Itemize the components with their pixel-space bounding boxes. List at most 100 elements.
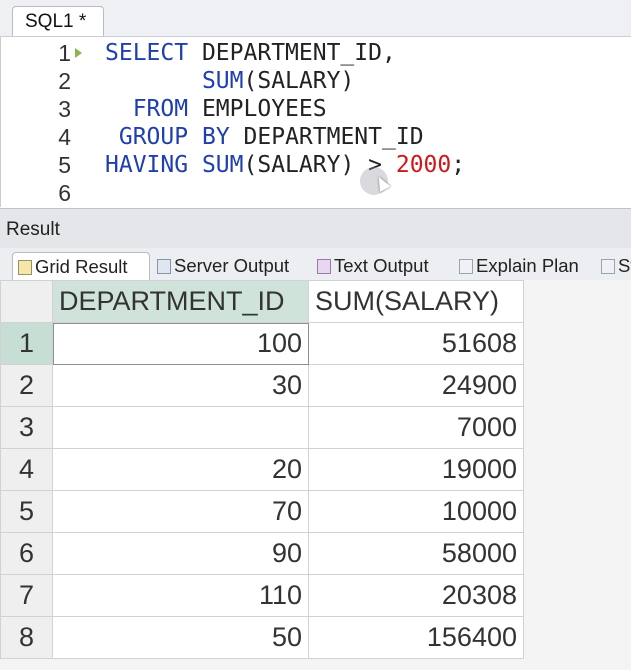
table-row[interactable]: 1 100 51608 (0, 322, 524, 365)
code-text: SUM(SALARY) (105, 67, 354, 95)
code-line[interactable]: 3 FROM EMPLOYEES (1, 95, 631, 123)
cell-sum-salary[interactable]: 156400 (308, 616, 524, 659)
row-number[interactable]: 6 (0, 532, 53, 575)
sql-developer-window: SQL1 * 1 SELECT DEPARTMENT_ID, 2 SUM(SALAR… (0, 0, 631, 670)
line-number: 4 (58, 124, 71, 150)
cell-department-id[interactable]: 50 (52, 616, 309, 659)
current-line-marker-icon (75, 48, 82, 58)
cell-department-id[interactable]: 70 (52, 490, 309, 533)
tab-label: Grid Result (35, 256, 128, 277)
table-row[interactable]: 5 70 10000 (0, 490, 524, 533)
cell-sum-salary[interactable]: 7000 (308, 406, 524, 449)
editor-tab-strip: SQL1 * (0, 0, 631, 37)
cell-sum-salary[interactable]: 51608 (308, 322, 524, 365)
table-row[interactable]: 7 110 20308 (0, 574, 524, 617)
code-text: HAVING SUM(SALARY) > 2000; (105, 151, 465, 179)
table-row[interactable]: 3 7000 (0, 406, 524, 449)
code-token: DEPARTMENT_ID (201, 40, 382, 66)
row-number[interactable]: 5 (0, 490, 53, 533)
table-row[interactable]: 2 30 24900 (0, 364, 524, 407)
code-token: , (381, 40, 396, 66)
code-token: SALARY (257, 68, 341, 94)
code-token: SELECT (105, 40, 189, 66)
code-token: ) (340, 152, 355, 178)
grid-corner[interactable] (0, 280, 53, 323)
code-token: HAVING (105, 152, 189, 178)
code-token: 2000 (395, 152, 452, 178)
code-token: ( (243, 68, 258, 94)
code-token: ( (243, 152, 258, 178)
tab-grid-result[interactable]: Grid Result (12, 252, 150, 280)
line-number: 3 (58, 96, 71, 122)
tab-label: St (618, 255, 631, 276)
tab-label: Explain Plan (476, 255, 579, 276)
code-token: BY (201, 124, 230, 150)
row-number[interactable]: 1 (0, 322, 53, 365)
tab-server-output[interactable]: Server Output (152, 252, 310, 280)
plan-icon (459, 259, 473, 274)
tab-label: Server Output (174, 255, 290, 276)
result-table: DEPARTMENT_ID SUM(SALARY) 1 100 51608 2 30 24… (0, 280, 524, 659)
code-line[interactable]: 2 SUM(SALARY) (1, 67, 631, 95)
tab-label: Text Output (334, 255, 429, 276)
tab-explain-plan[interactable]: Explain Plan (454, 252, 594, 280)
code-token: SUM (201, 68, 244, 94)
table-row[interactable]: 8 50 156400 (0, 616, 524, 659)
table-header-row: DEPARTMENT_ID SUM(SALARY) (0, 280, 524, 323)
tab-statistics[interactable]: St (596, 252, 631, 280)
table-row[interactable]: 6 90 58000 (0, 532, 524, 575)
code-line[interactable]: 6 (1, 179, 631, 207)
result-panel-title: Result (6, 219, 60, 240)
code-token: FROM (132, 96, 189, 122)
code-text: FROM EMPLOYEES (105, 95, 327, 123)
cell-department-id[interactable]: 110 (52, 574, 309, 617)
line-number: 2 (58, 68, 71, 94)
tab-sql1[interactable]: SQL1 * (12, 6, 104, 36)
row-number[interactable]: 7 (0, 574, 53, 617)
column-header-sum-salary[interactable]: SUM(SALARY) (308, 280, 524, 323)
result-panel-header: Result (0, 208, 631, 249)
cell-department-id[interactable]: 30 (52, 364, 309, 407)
grid-icon (18, 260, 32, 275)
code-token: ) (340, 68, 355, 94)
cell-department-id[interactable] (52, 406, 309, 449)
row-number[interactable]: 8 (0, 616, 53, 659)
code-line[interactable]: 1 SELECT DEPARTMENT_ID, (1, 39, 631, 67)
sql-editor[interactable]: 1 SELECT DEPARTMENT_ID, 2 SUM(SALARY) 3 FRO… (0, 37, 631, 207)
row-number[interactable]: 3 (0, 406, 53, 449)
code-line[interactable]: 4 GROUP BY DEPARTMENT_ID (1, 123, 631, 151)
cell-sum-salary[interactable]: 10000 (308, 490, 524, 533)
stats-icon (601, 259, 615, 274)
code-text: SELECT DEPARTMENT_ID, (105, 39, 396, 67)
code-token: SUM (201, 152, 244, 178)
code-token: SALARY (257, 152, 341, 178)
column-header-department-id[interactable]: DEPARTMENT_ID (52, 280, 309, 323)
result-tabs: Grid Result Server Output Text Output Ex… (0, 248, 631, 281)
line-number: 6 (58, 180, 71, 206)
cell-department-id[interactable]: 100 (52, 322, 309, 365)
code-text: GROUP BY DEPARTMENT_ID (105, 123, 424, 151)
text-icon (317, 259, 331, 274)
code-line[interactable]: 5 HAVING SUM(SALARY) > 2000; (1, 151, 631, 179)
table-row[interactable]: 4 20 19000 (0, 448, 524, 491)
cell-department-id[interactable]: 90 (52, 532, 309, 575)
code-token: ; (451, 152, 466, 178)
cell-sum-salary[interactable]: 24900 (308, 364, 524, 407)
tab-text-output[interactable]: Text Output (312, 252, 454, 280)
line-number: 5 (58, 152, 71, 178)
cell-sum-salary[interactable]: 19000 (308, 448, 524, 491)
code-token: DEPARTMENT_ID (243, 124, 424, 150)
cell-sum-salary[interactable]: 58000 (308, 532, 524, 575)
server-icon (157, 259, 171, 274)
row-number[interactable]: 2 (0, 364, 53, 407)
line-number: 1 (58, 40, 71, 66)
row-number[interactable]: 4 (0, 448, 53, 491)
cell-sum-salary[interactable]: 20308 (308, 574, 524, 617)
cell-department-id[interactable]: 20 (52, 448, 309, 491)
